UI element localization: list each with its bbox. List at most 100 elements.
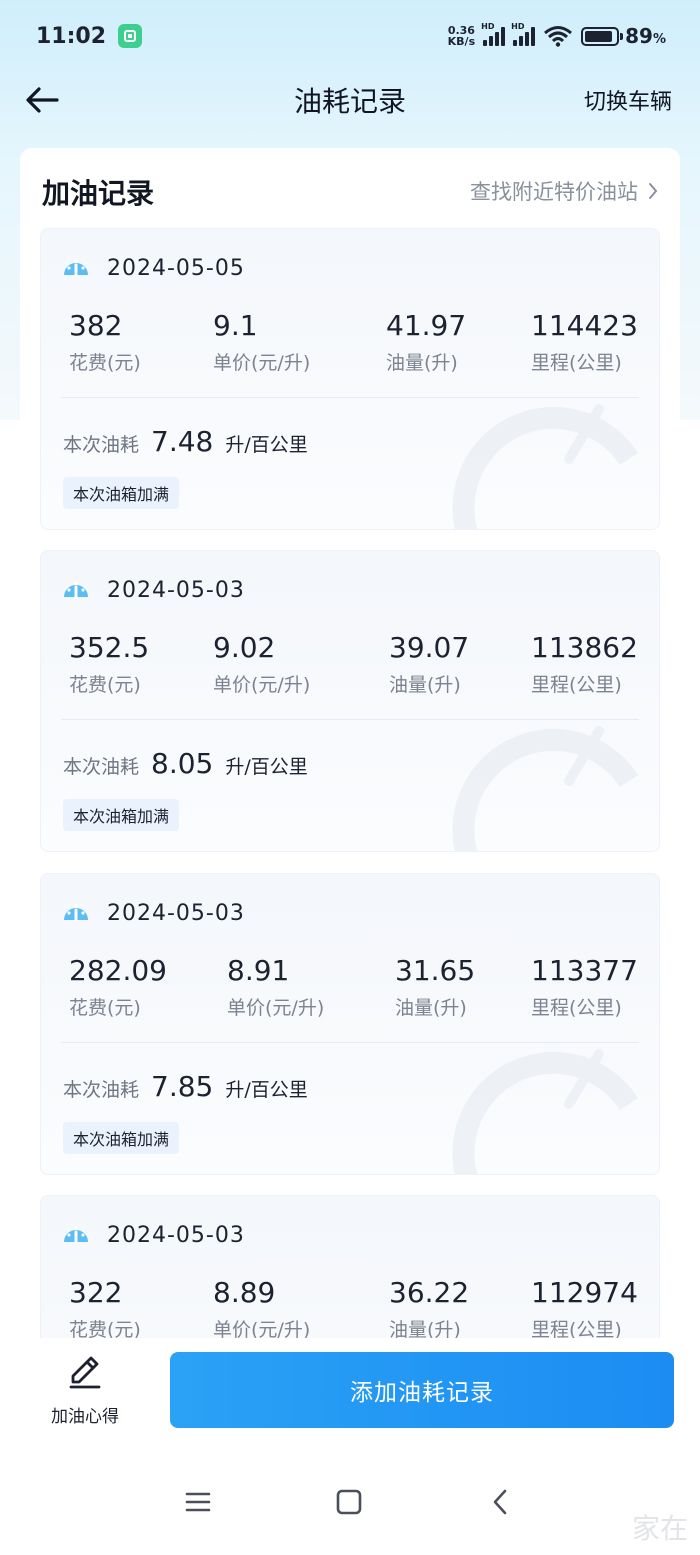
mileage-value: 112974 <box>531 1276 638 1309</box>
nearby-stations-label: 查找附近特价油站 <box>470 180 638 204</box>
stat-cost: 352.5 花费(元) <box>69 631 149 697</box>
gauge-icon <box>61 575 91 605</box>
stat-cost: 382 花费(元) <box>69 309 141 375</box>
panel-title: 加油记录 <box>42 177 155 210</box>
volume-value: 31.65 <box>395 954 476 987</box>
mileage-value: 114423 <box>531 309 638 342</box>
mileage-value: 113862 <box>531 631 638 664</box>
system-back-button[interactable] <box>480 1482 520 1522</box>
add-record-button[interactable]: 添加油耗记录 <box>170 1352 674 1428</box>
record-divider <box>61 397 639 398</box>
nearby-stations-link[interactable]: 查找附近特价油站 <box>470 176 658 206</box>
volume-value: 39.07 <box>389 631 470 664</box>
network-speed: 0.36 KB/s <box>447 24 476 48</box>
stat-volume: 41.97 油量(升) <box>386 309 466 375</box>
volume-value: 41.97 <box>386 309 467 342</box>
cost-value: 382 <box>69 309 123 342</box>
consumption-value: 7.48 <box>151 425 214 458</box>
consumption-value: 8.05 <box>151 747 214 780</box>
full-tank-badge: 本次油箱加满 <box>63 799 180 831</box>
mileage-label: 里程(公里) <box>531 674 622 696</box>
stat-mileage: 112974 里程(公里) <box>531 1276 638 1342</box>
stat-unit-price: 8.89 单价(元/升) <box>213 1276 310 1342</box>
refuel-records-panel: 加油记录 查找附近特价油站 2024-05-05 382 花费(元) 9.1 单… <box>20 148 680 1348</box>
menu-icon <box>185 1492 211 1512</box>
gauge-icon <box>61 1220 91 1250</box>
gauge-watermark-icon <box>449 721 649 851</box>
status-bar: 11:02 0.36 KB/s HD HD 89% <box>0 0 700 72</box>
stat-volume: 31.65 油量(升) <box>395 954 475 1020</box>
consumption-unit: 升/百公里 <box>225 1079 308 1101</box>
unit-price-label: 单价(元/升) <box>213 674 311 696</box>
unit-price-value: 9.1 <box>213 309 258 342</box>
refuel-tips-label: 加油心得 <box>51 1407 119 1427</box>
cost-value: 282.09 <box>69 954 167 987</box>
record-date-row: 2024-05-03 <box>61 575 245 605</box>
home-button[interactable] <box>329 1482 369 1522</box>
mileage-label: 里程(公里) <box>531 997 622 1019</box>
record-date-row: 2024-05-03 <box>61 898 245 928</box>
cost-label: 花费(元) <box>69 997 141 1019</box>
stat-unit-price: 9.1 单价(元/升) <box>213 309 310 375</box>
refuel-record-card[interactable]: 2024-05-03 322 花费(元) 8.89 单价(元/升) 36.22 … <box>40 1195 660 1348</box>
bottom-action-bar: 加油心得 添加油耗记录 <box>0 1338 700 1448</box>
volume-label: 油量(升) <box>389 674 461 696</box>
record-divider <box>61 1042 639 1043</box>
watermark-logo: 家在 <box>631 1512 688 1545</box>
stat-mileage: 114423 里程(公里) <box>531 309 638 375</box>
gauge-icon <box>61 898 91 928</box>
switch-vehicle-button[interactable]: 切换车辆 <box>584 84 672 116</box>
cost-label: 花费(元) <box>69 352 141 374</box>
consumption-row: 本次油耗 8.05 升/百公里 <box>63 747 308 780</box>
mi-home-icon <box>118 24 143 48</box>
cost-value: 352.5 <box>69 631 150 664</box>
record-date-row: 2024-05-05 <box>61 253 245 283</box>
refuel-record-card[interactable]: 2024-05-03 352.5 花费(元) 9.02 单价(元/升) 39.0… <box>40 550 660 852</box>
record-date-row: 2024-05-03 <box>61 1220 245 1250</box>
battery-indicator: 89% <box>581 24 666 48</box>
unit-price-value: 8.89 <box>213 1276 276 1309</box>
menu-button[interactable] <box>178 1482 218 1522</box>
panel-header: 加油记录 查找附近特价油站 <box>20 148 680 228</box>
status-time: 11:02 <box>36 23 107 49</box>
nav-bar: 油耗记录 切换车辆 <box>0 72 700 128</box>
consumption-row: 本次油耗 7.85 升/百公里 <box>63 1070 308 1103</box>
unit-price-value: 9.02 <box>213 631 276 664</box>
consumption-label: 本次油耗 <box>63 1079 140 1101</box>
wifi-icon <box>544 26 573 47</box>
cost-label: 花费(元) <box>69 674 141 696</box>
battery-icon <box>581 26 624 46</box>
gauge-watermark-icon <box>449 399 649 529</box>
stat-volume: 36.22 油量(升) <box>389 1276 469 1342</box>
refuel-record-card[interactable]: 2024-05-05 382 花费(元) 9.1 单价(元/升) 41.97 油… <box>40 228 660 530</box>
refuel-tips-button[interactable]: 加油心得 <box>40 1352 130 1432</box>
signal-1-icon: HD <box>481 22 506 46</box>
consumption-value: 7.85 <box>151 1070 214 1103</box>
record-date: 2024-05-03 <box>107 577 245 603</box>
gauge-icon <box>61 253 91 283</box>
cost-value: 322 <box>69 1276 123 1309</box>
unit-price-label: 单价(元/升) <box>227 997 325 1019</box>
gauge-watermark-icon <box>449 1044 649 1174</box>
chevron-right-icon <box>649 183 658 199</box>
stat-mileage: 113377 里程(公里) <box>531 954 638 1020</box>
chevron-left-icon <box>493 1489 507 1515</box>
signal-2-icon: HD <box>511 22 536 46</box>
stat-cost: 322 花费(元) <box>69 1276 141 1342</box>
system-nav-bar: 家在 <box>0 1448 700 1555</box>
stat-cost: 282.09 花费(元) <box>69 954 167 1020</box>
full-tank-badge: 本次油箱加满 <box>63 477 180 509</box>
stat-mileage: 113862 里程(公里) <box>531 631 638 697</box>
volume-label: 油量(升) <box>395 997 467 1019</box>
volume-value: 36.22 <box>389 1276 470 1309</box>
stat-unit-price: 9.02 单价(元/升) <box>213 631 310 697</box>
unit-price-value: 8.91 <box>227 954 290 987</box>
mileage-value: 113377 <box>531 954 638 987</box>
consumption-label: 本次油耗 <box>63 434 140 456</box>
stat-unit-price: 8.91 单价(元/升) <box>227 954 324 1020</box>
refuel-record-card[interactable]: 2024-05-03 282.09 花费(元) 8.91 单价(元/升) 31.… <box>40 873 660 1175</box>
consumption-unit: 升/百公里 <box>225 434 308 456</box>
record-date: 2024-05-05 <box>107 255 245 281</box>
volume-label: 油量(升) <box>386 352 458 374</box>
stat-volume: 39.07 油量(升) <box>389 631 469 697</box>
